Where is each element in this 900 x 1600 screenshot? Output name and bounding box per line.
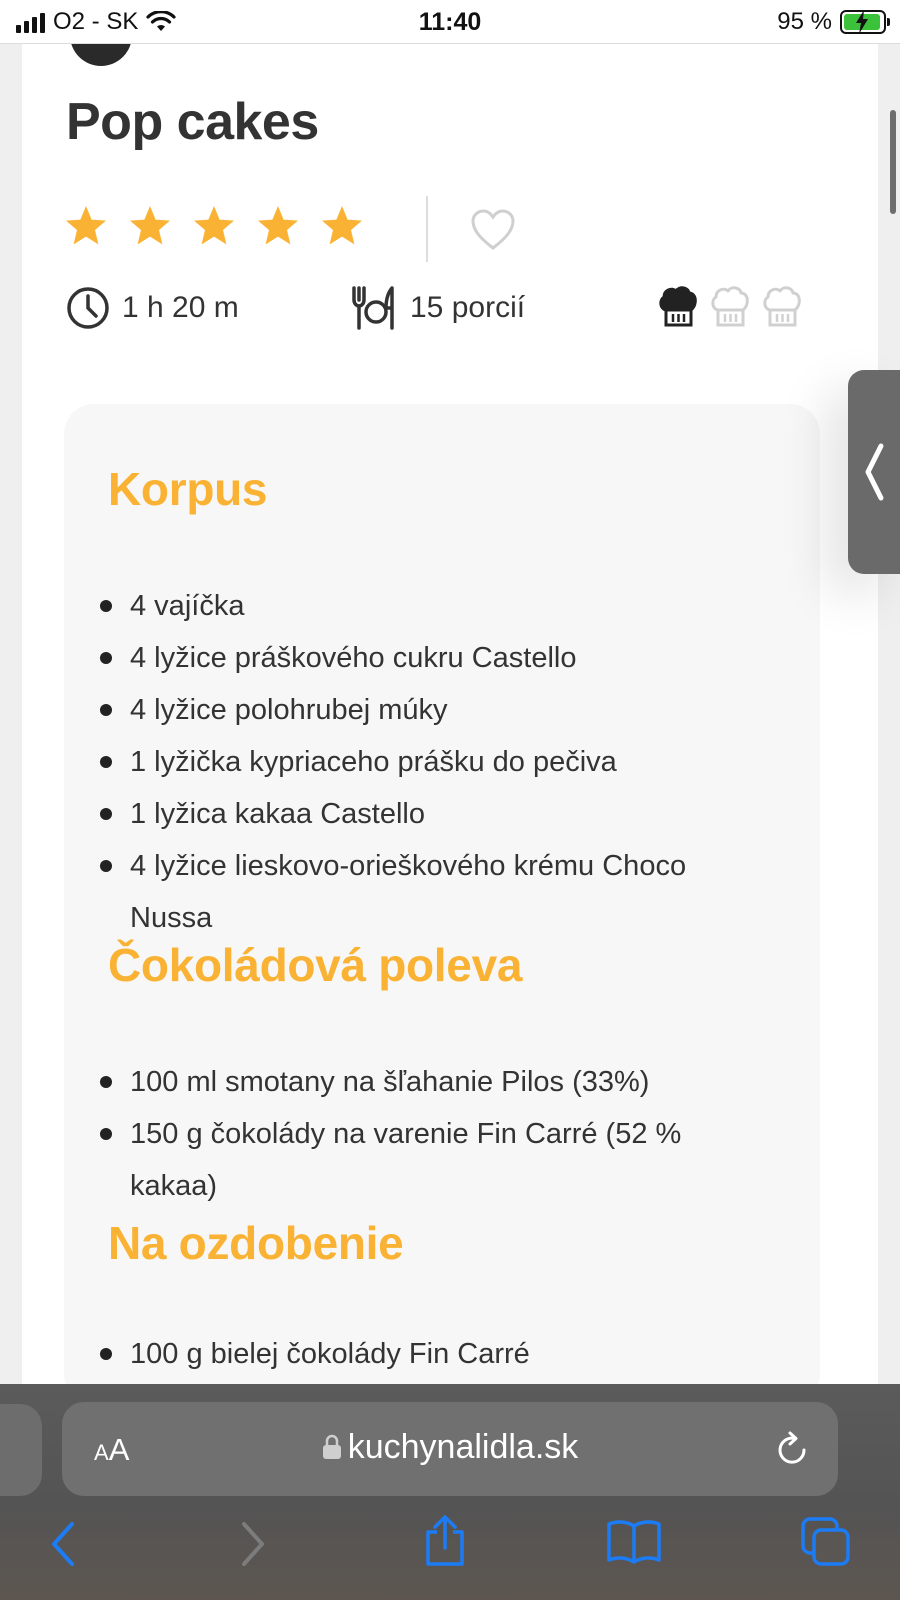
prep-time-value: 1 h 20 m xyxy=(122,291,239,324)
list-item: 1 lyžica kakaa Castello xyxy=(96,788,776,840)
url-display[interactable]: kuchynalidla.sk xyxy=(62,1428,838,1467)
list-item: 4 vajíčka xyxy=(96,580,776,632)
scrollbar-thumb[interactable] xyxy=(890,110,896,214)
list-item: 4 lyžice lieskovo-orieškového krému Choc… xyxy=(96,840,776,944)
clock-icon xyxy=(67,287,109,329)
section-title: Na ozdobenie xyxy=(108,1217,404,1269)
list-item: 100 g bielej čokolády Fin Carré xyxy=(96,1328,776,1380)
star-icon[interactable] xyxy=(192,204,236,248)
ingredients-box: Korpus 4 vajíčka 4 lyžice práškového cuk… xyxy=(64,404,820,1384)
chevron-left-icon xyxy=(865,443,884,501)
section-title: Čokoládová poleva xyxy=(108,939,523,991)
back-icon[interactable] xyxy=(46,1520,80,1568)
prep-time: 1 h 20 m xyxy=(66,286,239,330)
battery-charging-icon xyxy=(840,10,890,34)
recipe-title: Pop cakes xyxy=(66,93,319,151)
heart-icon[interactable] xyxy=(470,208,516,252)
chef-hat-icon xyxy=(763,286,801,327)
forward-icon[interactable] xyxy=(236,1520,270,1568)
list-item: 1 lyžička kypriaceho prášku do pečiva xyxy=(96,736,776,788)
difficulty-rating xyxy=(658,284,802,328)
browser-toolbar xyxy=(0,1514,900,1584)
star-icon[interactable] xyxy=(320,204,364,248)
status-bar: O2 - SK 11:40 95 % xyxy=(0,0,900,44)
star-icon[interactable] xyxy=(64,204,108,248)
chef-hat-icon xyxy=(711,286,749,327)
bookmarks-icon[interactable] xyxy=(606,1518,662,1564)
web-page: Pop cakes 1 h 20 m 15 porcií Korpus 4 va… xyxy=(0,44,900,1384)
author-avatar[interactable] xyxy=(70,44,132,66)
star-icon[interactable] xyxy=(256,204,300,248)
servings: 15 porcií xyxy=(350,286,525,330)
list-item: 4 lyžice polohrubej múky xyxy=(96,684,776,736)
lock-icon xyxy=(322,1434,341,1459)
cutlery-icon xyxy=(352,286,394,330)
list-item: 4 lyžice práškového cukru Castello xyxy=(96,632,776,684)
battery-percent: 95 % xyxy=(777,8,832,35)
ingredient-list: 4 vajíčka 4 lyžice práškového cukru Cast… xyxy=(96,580,776,944)
reload-icon[interactable] xyxy=(774,1430,810,1468)
browser-bar: AA kuchynalidla.sk xyxy=(0,1384,900,1600)
divider xyxy=(426,196,428,262)
rating-stars[interactable] xyxy=(64,204,364,248)
share-icon[interactable] xyxy=(422,1514,468,1568)
list-item: 100 ml smotany na šľahanie Pilos (33%) xyxy=(96,1056,776,1108)
list-item: 150 g čokolády na varenie Fin Carré (52 … xyxy=(96,1108,776,1212)
section-title: Korpus xyxy=(108,463,268,515)
clock: 11:40 xyxy=(418,8,482,36)
ingredient-list: 100 g bielej čokolády Fin Carré xyxy=(96,1328,776,1380)
domain-text: kuchynalidla.sk xyxy=(347,1428,579,1466)
previous-tab-preview[interactable] xyxy=(0,1404,42,1496)
address-bar[interactable]: AA kuchynalidla.sk xyxy=(62,1402,838,1496)
ingredient-list: 100 ml smotany na šľahanie Pilos (33%) 1… xyxy=(96,1056,776,1212)
servings-value: 15 porcií xyxy=(410,291,526,324)
star-icon[interactable] xyxy=(128,204,172,248)
recipe-card: Pop cakes 1 h 20 m 15 porcií Korpus 4 va… xyxy=(22,44,878,1384)
tabs-icon[interactable] xyxy=(800,1516,852,1566)
chef-hat-icon xyxy=(659,286,697,327)
side-panel-tab[interactable] xyxy=(848,370,900,574)
